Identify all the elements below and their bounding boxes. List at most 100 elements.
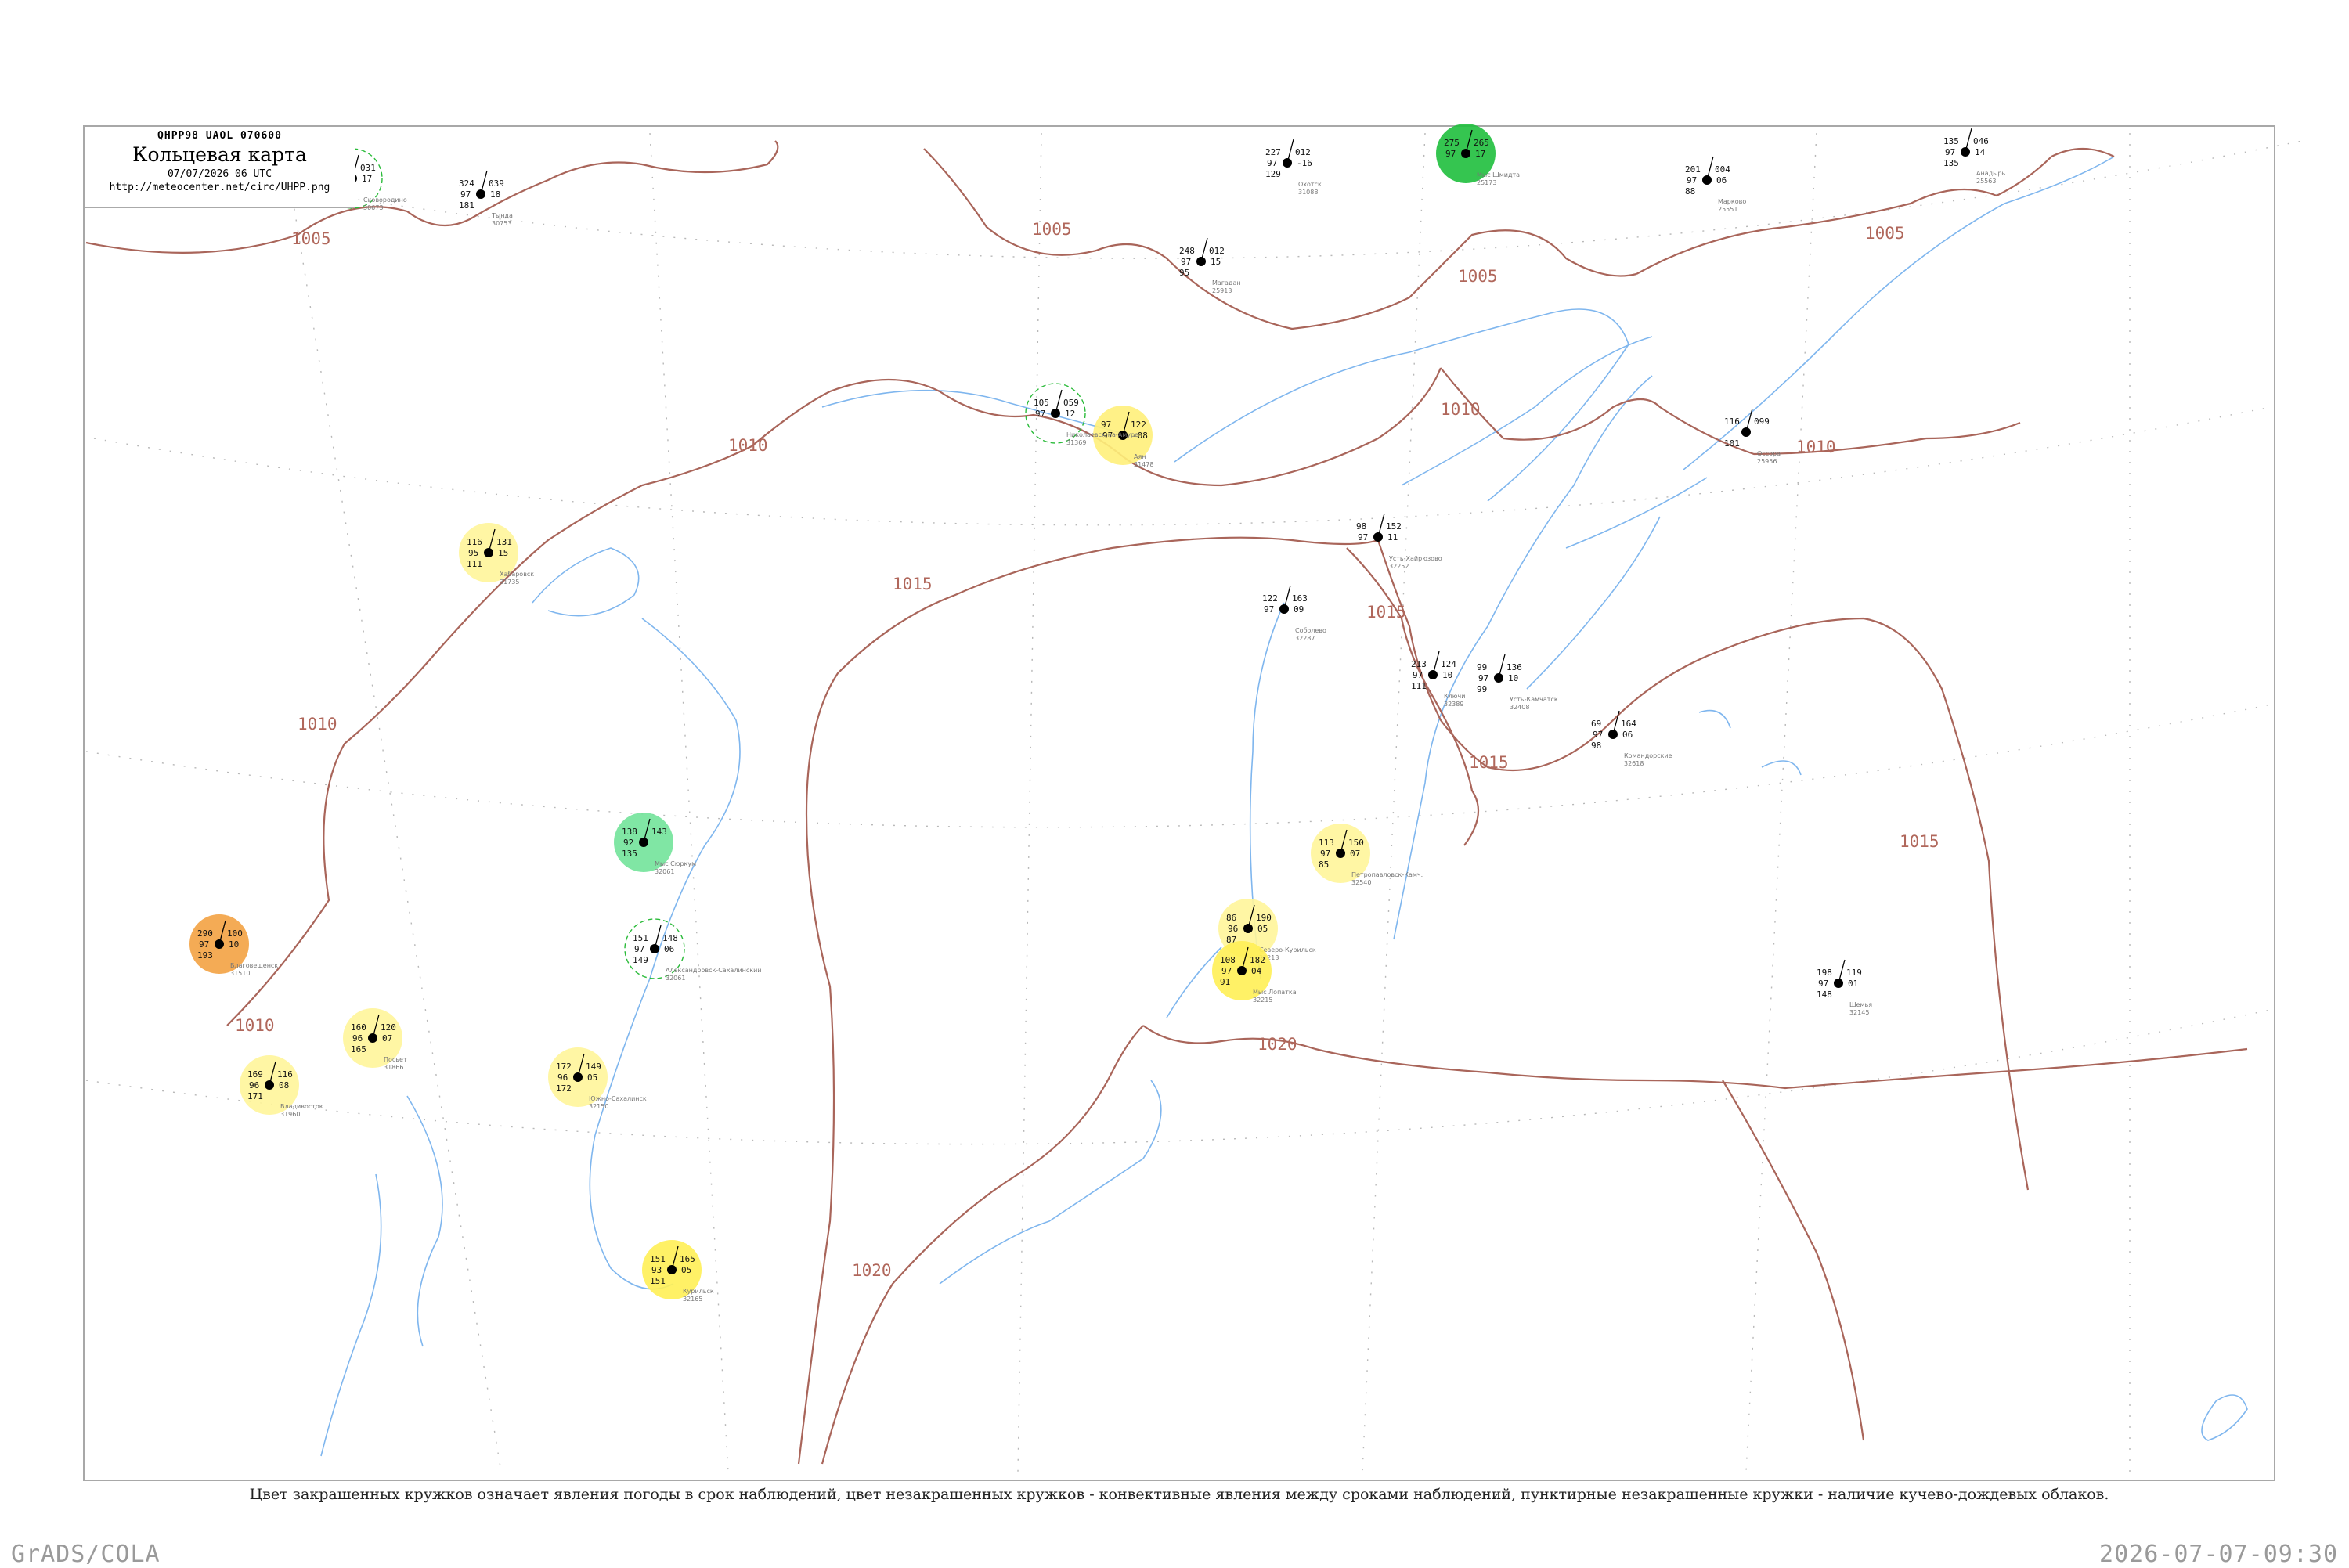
station-name: Усть-Камчатск xyxy=(1510,696,1558,703)
station-temp-change: 10 xyxy=(1442,670,1452,680)
wind-barb-icon xyxy=(1965,128,1972,153)
station-plot[interactable]: 17296172 14905 Южно-Сахалинск32150 xyxy=(548,1047,647,1110)
station-plot[interactable]: 16996171 11608 Владивосток31960 xyxy=(240,1055,323,1118)
station-pressure-tendency: 116 xyxy=(277,1069,293,1080)
station-temperature: 97 xyxy=(1687,175,1697,186)
station-pressure-tendency: 136 xyxy=(1506,662,1522,672)
station-temperature: 97 xyxy=(1264,604,1274,615)
station-plot[interactable]: 22797129 012-16 Охотск31088 xyxy=(1265,139,1322,196)
station-temp-change: -16 xyxy=(1297,158,1312,168)
station-plot[interactable]: 21397111 12410 Ключи32389 xyxy=(1411,651,1465,708)
station-plot[interactable]: 1139785 15007 Петропавловск-Камч.32540 xyxy=(1311,824,1423,886)
station-name: Аян xyxy=(1134,453,1146,460)
station-pressure-tendency: 265 xyxy=(1474,138,1489,148)
station-dewpoint: 85 xyxy=(1319,860,1329,870)
station-pressure-tendency: 120 xyxy=(381,1022,396,1033)
station-temperature: 97 xyxy=(1593,730,1603,740)
wind-barb-icon xyxy=(654,925,662,950)
station-plot[interactable]: 16096165 12007 Посьет31866 xyxy=(343,1008,407,1071)
isobar-1015-east xyxy=(1377,539,2030,1191)
isobar-label: 1010 xyxy=(298,715,337,734)
station-temperature: 97 xyxy=(1478,673,1488,683)
station-pressure-tendency: 046 xyxy=(1973,136,1989,146)
station-dewpoint: 165 xyxy=(351,1044,366,1054)
station-temperature: 96 xyxy=(352,1033,363,1044)
station-pressure: 99 xyxy=(1477,662,1487,672)
station-name: Усть-Хайрюзово xyxy=(1389,555,1442,562)
station-pressure-tendency: 143 xyxy=(651,827,667,837)
station-pressure: 122 xyxy=(1262,593,1278,604)
station-plot[interactable]: 29097193 10010 Благовещенск31510 xyxy=(189,914,278,977)
station-id: 31510 xyxy=(230,970,250,977)
station-plot[interactable]: 15193151 16505 Курильск32165 xyxy=(642,1240,714,1303)
station-temp-change: 04 xyxy=(1251,966,1262,976)
station-pressure: 151 xyxy=(633,933,648,943)
station-temp-change: 06 xyxy=(1716,175,1727,186)
station-id: 32061 xyxy=(655,868,674,875)
station-pressure: 113 xyxy=(1319,838,1334,848)
station-pressure-tendency: 124 xyxy=(1441,659,1456,669)
station-id: 32215 xyxy=(1253,997,1272,1004)
station-name: Анадырь xyxy=(1976,170,2006,177)
wind-barb-icon xyxy=(1377,513,1385,538)
map-url[interactable]: http://meteocenter.net/circ/UHPP.png xyxy=(85,182,355,193)
station-plot[interactable]: 27597 26517 Мыс Шмидта25173 xyxy=(1436,124,1520,186)
isobar-label: 1020 xyxy=(1257,1035,1297,1054)
station-pressure-tendency: 122 xyxy=(1131,420,1146,430)
station-plot[interactable]: 19897148 11901 Шемья32145 xyxy=(1817,959,1872,1016)
station-temperature: 97 xyxy=(199,939,209,950)
station-name: Соболево xyxy=(1295,627,1326,634)
station-dewpoint: 111 xyxy=(467,559,482,569)
station-temp-change: 15 xyxy=(1211,257,1221,267)
station-temp-change: 06 xyxy=(1622,730,1633,740)
isobar-label: 1005 xyxy=(1865,224,1905,243)
station-temperature: 97 xyxy=(1320,849,1330,859)
wind-barb-icon xyxy=(1432,651,1440,676)
station-plot[interactable]: 2489795 01215 Магадан25913 xyxy=(1179,237,1241,294)
bulletin-code: QHPP98 UAOL 070600 xyxy=(157,130,282,142)
station-plot[interactable]: 13597135 04614 Анадырь25563 xyxy=(1943,128,2006,185)
station-pressure: 138 xyxy=(622,827,637,837)
station-pressure: 275 xyxy=(1444,138,1460,148)
isobar-label: 1010 xyxy=(1796,438,1836,456)
station-pressure: 198 xyxy=(1817,968,1832,978)
wind-barb-icon xyxy=(1745,408,1753,433)
isobar-label: 1005 xyxy=(1032,220,1072,239)
station-pressure: 86 xyxy=(1226,913,1236,923)
station-id: 32389 xyxy=(1444,701,1463,708)
isobars xyxy=(85,140,2248,1465)
map-title: Кольцевая карта xyxy=(132,143,307,166)
station-temp-change: 10 xyxy=(229,939,239,950)
station-plot[interactable]: 15197149 14806 Александровск-Сахалинский32… xyxy=(624,918,762,982)
station-plot[interactable]: 999799 13610 Усть-Камчатск32408 xyxy=(1477,654,1558,711)
station-id: 32061 xyxy=(666,975,685,982)
station-temperature: 97 xyxy=(460,189,471,200)
station-name: Мыс Сюркум xyxy=(655,860,696,867)
station-id: 25551 xyxy=(1718,206,1737,213)
station-id: 31735 xyxy=(500,579,519,586)
station-plot[interactable]: 13892135 143 Мыс Сюркум32061 xyxy=(614,813,696,875)
station-plot[interactable]: 116 101 099 Оссора25956 xyxy=(1724,408,1781,465)
station-temperature: 96 xyxy=(249,1080,259,1090)
station-pressure: 135 xyxy=(1943,136,1959,146)
station-pressure-tendency: 190 xyxy=(1256,913,1272,923)
station-plot[interactable]: 2019788 00406 Марково25551 xyxy=(1685,156,1746,213)
station-name: Мыс Шмидта xyxy=(1477,171,1520,178)
wind-barb-icon xyxy=(1706,156,1714,181)
station-dewpoint: 101 xyxy=(1724,438,1740,449)
station-plot[interactable]: 699798 16406 Командорские32618 xyxy=(1591,710,1672,767)
station-temp-change: 11 xyxy=(1387,532,1398,542)
station-pressure-tendency: 150 xyxy=(1348,838,1364,848)
station-id: 25956 xyxy=(1757,458,1777,465)
station-pressure-tendency: 164 xyxy=(1621,719,1636,729)
station-dewpoint: 135 xyxy=(1943,158,1959,168)
wind-barb-icon xyxy=(1283,585,1291,610)
station-temp-change: 17 xyxy=(362,174,372,184)
station-plot[interactable]: 11695111 13115 Хабаровск31735 xyxy=(459,523,534,586)
station-dewpoint: 172 xyxy=(556,1083,572,1094)
station-name: Магадан xyxy=(1212,279,1241,287)
station-pressure: 248 xyxy=(1179,246,1195,256)
station-pressure: 201 xyxy=(1685,164,1701,175)
station-temperature: 97 xyxy=(1358,532,1368,542)
isobar-label: 1015 xyxy=(1469,753,1509,772)
